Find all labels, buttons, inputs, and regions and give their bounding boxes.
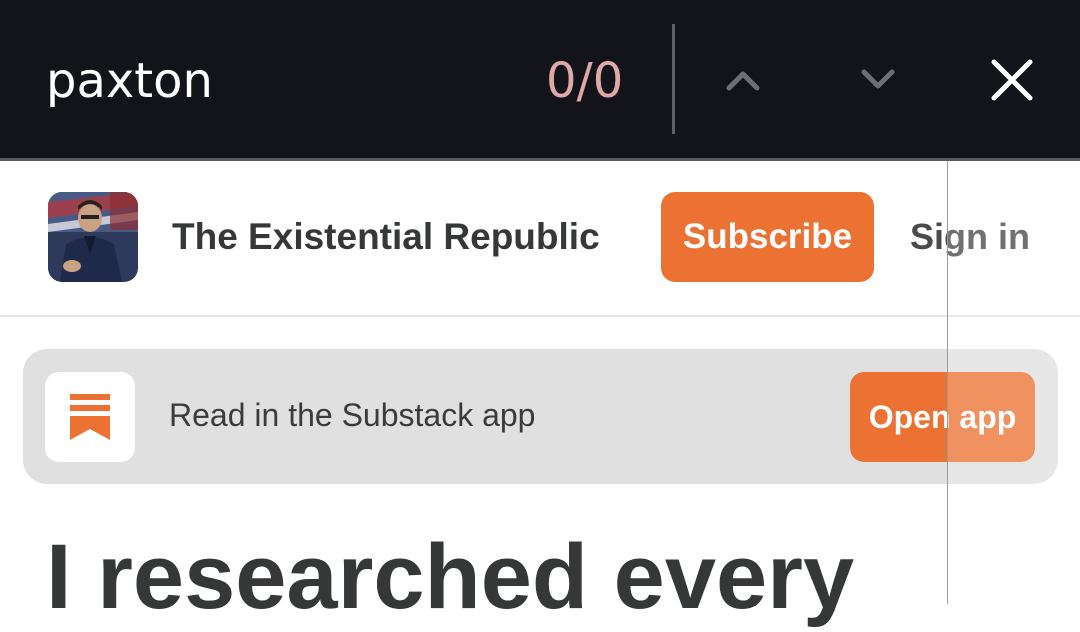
banner-text: Read in the Substack app: [169, 397, 536, 433]
find-input[interactable]: paxton: [46, 52, 213, 110]
publication-header: The Existential Republic Subscribe Sign …: [0, 161, 1080, 317]
find-in-page-bar: paxton 0/0: [0, 0, 1080, 158]
open-in-app-banner: Read in the Substack app Open app: [23, 349, 1058, 484]
substack-logo-icon: [70, 394, 110, 440]
publication-name[interactable]: The Existential Republic: [172, 213, 600, 261]
chevron-up-icon: [726, 71, 760, 91]
find-divider: [672, 24, 675, 134]
chevron-down-icon: [861, 69, 895, 89]
article-headline: I researched every: [46, 526, 855, 628]
find-previous-button[interactable]: [715, 52, 771, 108]
overlay-shade: [948, 161, 1080, 604]
find-close-button[interactable]: [984, 52, 1040, 108]
overlay-divider-line: [947, 161, 948, 604]
publication-avatar[interactable]: [48, 192, 138, 282]
subscribe-button[interactable]: Subscribe: [661, 192, 874, 282]
close-icon: [991, 59, 1033, 101]
find-next-button[interactable]: [850, 52, 906, 108]
substack-app-icon: [45, 372, 135, 462]
match-count: 0/0: [546, 53, 624, 109]
